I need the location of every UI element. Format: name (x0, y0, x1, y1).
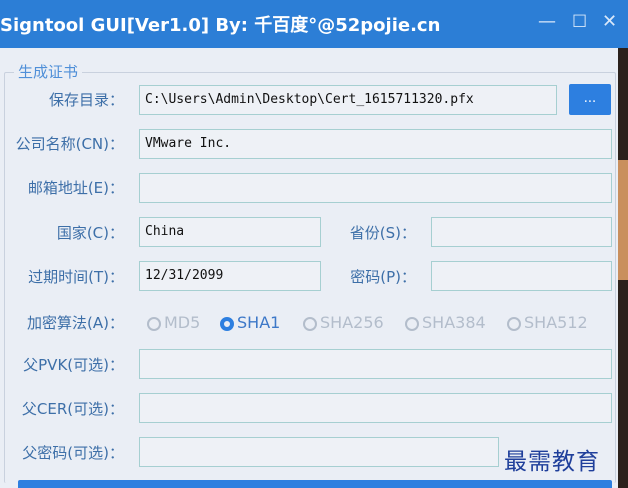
parent-password-label: 父密码(可选)： (22, 444, 124, 462)
maximize-button[interactable]: ☐ (572, 12, 587, 32)
province-input[interactable] (431, 217, 612, 247)
radio-dot (303, 317, 317, 331)
window-title: Signtool GUI[Ver1.0] By: 千百度°@52pojie.cn (0, 15, 441, 36)
group-legend: 生成证书 (14, 61, 83, 82)
password-label: 密码(P)： (350, 268, 416, 286)
radio-md5[interactable]: MD5 (147, 312, 200, 334)
browse-button[interactable]: ... (569, 84, 611, 115)
country-label: 国家(C)： (56, 224, 124, 242)
province-label: 省份(S)： (349, 224, 416, 242)
company-input[interactable]: VMware Inc. (139, 129, 612, 159)
radio-sha256-label: SHA256 (320, 313, 384, 332)
radio-sha384[interactable]: SHA384 (405, 312, 486, 334)
password-input[interactable] (431, 261, 612, 291)
parent-cer-label: 父CER(可选)： (21, 400, 124, 418)
radio-sha1-label: SHA1 (237, 313, 281, 332)
email-label: 邮箱地址(E)： (27, 179, 124, 197)
watermark-text: 最需教育 (504, 449, 600, 475)
radio-dot (220, 317, 234, 331)
radio-dot (507, 317, 521, 331)
radio-sha256[interactable]: SHA256 (303, 312, 384, 334)
title-bar: Signtool GUI[Ver1.0] By: 千百度°@52pojie.cn… (0, 0, 628, 48)
save-dir-label: 保存目录： (48, 91, 124, 109)
parent-password-input[interactable] (139, 437, 499, 467)
company-label: 公司名称(CN)： (15, 135, 124, 153)
expiry-label: 过期时间(T)： (28, 268, 124, 286)
radio-sha384-label: SHA384 (422, 313, 486, 332)
minimize-button[interactable]: — (538, 12, 556, 32)
radio-sha512-label: SHA512 (524, 313, 588, 332)
algorithm-label: 加密算法(A)： (27, 314, 124, 332)
parent-pvk-label: 父PVK(可选)： (23, 356, 124, 374)
save-dir-input[interactable]: C:\Users\Admin\Desktop\Cert_1615711320.p… (139, 85, 557, 115)
radio-dot (147, 317, 161, 331)
parent-cer-input[interactable] (139, 393, 612, 423)
radio-md5-label: MD5 (164, 313, 201, 332)
radio-sha1[interactable]: SHA1 (220, 312, 280, 334)
background-desktop-strip-accent (618, 160, 628, 280)
generate-button-edge[interactable] (18, 480, 612, 488)
email-input[interactable] (139, 173, 612, 203)
parent-pvk-input[interactable] (139, 349, 612, 379)
radio-dot (405, 317, 419, 331)
radio-sha512[interactable]: SHA512 (507, 312, 588, 334)
close-button[interactable]: ✕ (602, 12, 617, 32)
